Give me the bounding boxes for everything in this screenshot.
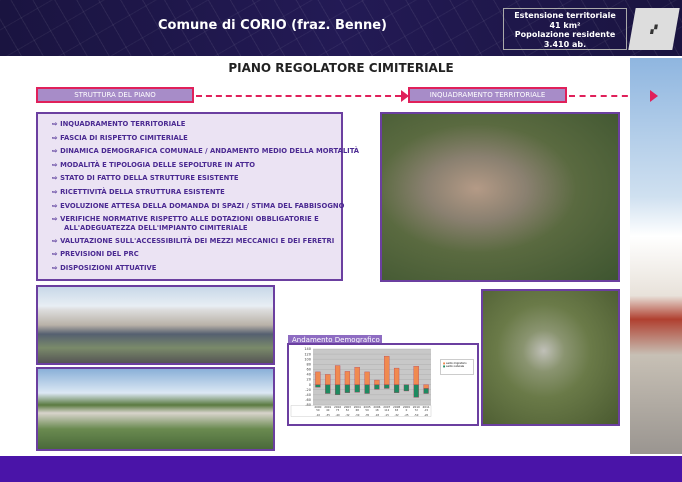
arrow-right-icon: ⇨ [52, 215, 58, 224]
bar-saldo-migratorio [354, 367, 360, 385]
street-photo [630, 58, 682, 454]
contents-item-label: RICETTIVITÀ DELLA STRUTTURA ESISTENTE [60, 187, 225, 196]
data-table [290, 405, 432, 417]
y-tick-label: -60 [305, 398, 311, 402]
contents-item: ⇨ RICETTIVITÀ DELLA STRUTTURA ESISTENTE [52, 186, 341, 200]
arrow-right-icon: ⇨ [52, 160, 58, 169]
contents-item: ⇨ MODALITÀ E TIPOLOGIA DELLE SEPOLTURE I… [52, 159, 341, 173]
arrow-right-icon: ⇨ [52, 263, 58, 272]
footer-bar [0, 456, 682, 482]
bar-saldo-naturale [315, 384, 321, 388]
bar-saldo-migratorio [393, 367, 400, 385]
bar-saldo-naturale [364, 384, 370, 394]
demographic-chart: 140120100806040200-20-40-60-8050-1020004… [290, 347, 432, 417]
bar-saldo-migratorio [423, 384, 429, 389]
contents-item-label: INQUADRAMENTO TERRITORIALE [60, 120, 186, 128]
y-tick-label: 60 [307, 368, 311, 372]
legend-item: ■ saldo naturale [443, 365, 465, 368]
bar-saldo-naturale [344, 384, 351, 393]
bar-saldo-migratorio [344, 371, 351, 385]
contents-item: ⇨ DISPOSIZIONI ATTUATIVE [52, 262, 341, 276]
bar-saldo-naturale [413, 384, 419, 398]
arrow-right-icon: ⇨ [52, 174, 58, 183]
bar-saldo-migratorio [334, 365, 341, 385]
bar-saldo-naturale [354, 384, 360, 393]
legend-label: saldo naturale [446, 365, 465, 368]
contents-item-label: DISPOSIZIONI ATTUATIVE [60, 263, 157, 272]
cemetery-photo-1 [36, 285, 275, 365]
plot-area [313, 349, 431, 405]
contents-item-label: PREVISIONI DEL PRC [60, 250, 139, 259]
bar-saldo-naturale [325, 384, 331, 394]
bar-saldo-naturale [393, 384, 400, 393]
contents-item: ⇨ INQUADRAMENTO TERRITORIALE [52, 118, 341, 132]
arrow-right-icon: ⇨ [52, 120, 58, 128]
page-title: PIANO REGOLATORE CIMITERIALE [228, 61, 454, 75]
bar-saldo-naturale [384, 384, 390, 389]
aerial-map-cemetery [481, 289, 620, 426]
contents-item: ⇨ DINAMICA DEMOGRAFICA COMUNALE / ANDAME… [52, 145, 359, 159]
y-tick-label: 0 [309, 383, 311, 387]
info-line: Popolazione residente [514, 30, 616, 39]
territory-info-box: Estensione territoriale 41 km² Popolazio… [503, 8, 627, 50]
cemetery-photo-2 [36, 367, 275, 451]
bar-saldo-naturale [423, 388, 429, 394]
contents-item: ⇨ VALUTAZIONE SULL'ACCESSIBILITÀ DEI MEZ… [52, 235, 341, 249]
arrow-right-icon: ⇨ [52, 187, 58, 196]
bar-saldo-migratorio [364, 371, 370, 385]
nav-current-section[interactable]: STRUTTURA DEL PIANO [36, 87, 194, 103]
aerial-map-territory [380, 112, 620, 282]
chart-legend: ■ saldo migratorio ■ saldo naturale [440, 359, 474, 375]
bar-saldo-migratorio [315, 371, 321, 385]
bar-saldo-naturale [374, 384, 380, 390]
demographic-chart-box: 140 120 100 80 60 40 20 0 -20 -40 -60 -80 50 -10 2000 4… [287, 343, 479, 426]
nav-dashed-connector [196, 95, 401, 97]
contents-item-label: EVOLUZIONE ATTESA DELLA DOMANDA DI SPAZI… [60, 201, 345, 210]
arrow-right-icon: ⇨ [52, 147, 58, 156]
arrow-right-icon: ⇨ [52, 250, 58, 259]
contents-item: ⇨ PREVISIONI DEL PRC [52, 248, 341, 262]
contents-item-label: MODALITÀ E TIPOLOGIA DELLE SEPOLTURE IN … [60, 160, 256, 169]
contents-item-label: FASCIA DI RISPETTO CIMITERIALE [60, 133, 188, 142]
arrow-right-icon: ⇨ [52, 236, 58, 245]
y-tick-label: -40 [305, 393, 311, 397]
studio-logo: ▞ [628, 8, 680, 50]
info-line: 3.410 ab. [543, 39, 587, 49]
y-tick-label: 100 [304, 357, 311, 361]
nav-next-section[interactable]: INQUADRAMENTO TERRITORIALE [408, 87, 567, 103]
municipality-title: Comune di CORIO (fraz. Benne) [158, 18, 387, 33]
contents-item-label: VALUTAZIONE SULL'ACCESSIBILITÀ DEI MEZZI… [60, 236, 335, 245]
y-tick-label: 20 [307, 378, 311, 382]
contents-item-label: STATO DI FATTO DELLA STRUTTURE ESISTENTE [60, 174, 239, 183]
info-line: 41 km² [549, 20, 581, 30]
bar-saldo-migratorio [325, 374, 331, 385]
contents-item-label: DINAMICA DEMOGRAFICA COMUNALE / ANDAMENT… [60, 147, 360, 156]
arrow-right-icon: ⇨ [52, 133, 58, 142]
bar-saldo-migratorio [384, 355, 390, 385]
contents-item: ⇨ STATO DI FATTO DELLA STRUTTURE ESISTEN… [52, 172, 341, 186]
y-tick-label: 40 [307, 373, 311, 377]
info-line: Estensione territoriale [514, 11, 616, 20]
y-tick-label: 120 [304, 352, 311, 356]
plan-contents-list: ⇨ INQUADRAMENTO TERRITORIALE ⇨ FASCIA DI … [36, 112, 359, 281]
bar-saldo-migratorio [374, 379, 380, 385]
bar-saldo-migratorio [413, 366, 419, 385]
contents-item-label: VERIFICHE NORMATIVE RISPETTO ALLE DOTAZI… [60, 215, 319, 224]
bar-saldo-naturale [334, 384, 341, 395]
contents-item: ⇨ FASCIA DI RISPETTO CIMITERIALE [52, 132, 341, 146]
arrow-right-icon: ⇨ [52, 201, 58, 210]
y-tick-label: 140 [304, 347, 311, 351]
arrow-right-icon[interactable] [650, 90, 658, 102]
y-tick-label: 80 [307, 362, 311, 366]
contents-item: ⇨ EVOLUZIONE ATTESA DELLA DOMANDA DI SPA… [52, 200, 345, 214]
y-tick-label: -20 [305, 388, 311, 392]
bar-saldo-naturale [403, 384, 410, 392]
y-tick-label: -80 [305, 403, 311, 407]
